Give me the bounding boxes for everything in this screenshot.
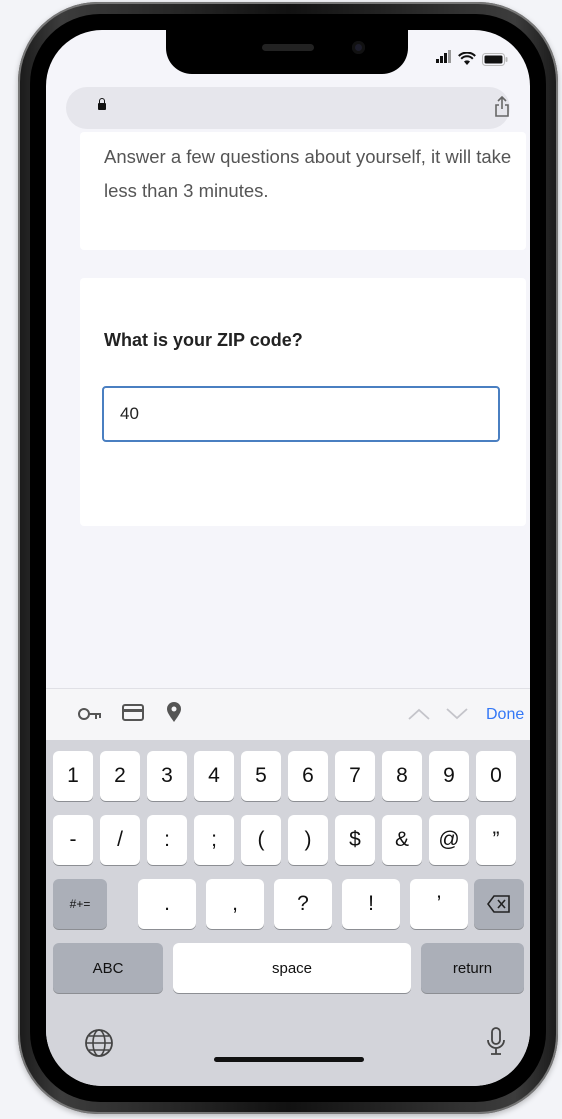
key-more-symbols[interactable]: #+= [53,879,107,929]
question-label: What is your ZIP code? [104,330,303,350]
phone-screen: Answer a few questions about yourself, i… [46,30,530,1086]
key-icon[interactable] [78,707,102,721]
home-indicator [214,1057,364,1062]
delete-icon [487,895,510,913]
key-slash[interactable]: / [100,815,140,865]
chevron-up-icon[interactable] [408,708,430,720]
lock-icon [98,98,106,110]
notch [166,30,408,74]
key-0[interactable]: 0 [476,751,516,801]
microphone-icon[interactable] [486,1026,506,1058]
card-icon[interactable] [122,704,144,721]
key-7[interactable]: 7 [335,751,375,801]
share-icon[interactable] [494,96,510,118]
key-dollar[interactable]: $ [335,815,375,865]
globe-icon[interactable] [84,1028,114,1058]
chevron-down-icon[interactable] [446,708,468,720]
intro-text: Answer a few questions about yourself, i… [104,146,512,201]
key-8[interactable]: 8 [382,751,422,801]
speaker [262,44,314,51]
location-icon[interactable] [166,702,182,723]
delete-key[interactable] [474,879,524,929]
key-hyphen[interactable]: - [53,815,93,865]
key-4[interactable]: 4 [194,751,234,801]
signal-icon [436,50,452,68]
key-1[interactable]: 1 [53,751,93,801]
url-bar[interactable] [66,87,510,129]
key-9[interactable]: 9 [429,751,469,801]
space-key[interactable]: space [173,943,411,993]
key-exclamation[interactable]: ! [342,879,400,929]
key-2[interactable]: 2 [100,751,140,801]
key-ampersand[interactable]: & [382,815,422,865]
key-at[interactable]: @ [429,815,469,865]
key-close-paren[interactable]: ) [288,815,328,865]
front-camera [352,41,365,54]
wifi-icon [458,52,476,65]
keyboard: 1 2 3 4 5 6 7 8 9 0 - / : ; ( ) $ & @ ” … [46,740,530,1086]
key-5[interactable]: 5 [241,751,281,801]
return-key[interactable]: return [421,943,524,993]
key-open-paren[interactable]: ( [241,815,281,865]
key-semicolon[interactable]: ; [194,815,234,865]
key-apostrophe[interactable]: ’ [410,879,468,929]
key-comma[interactable]: , [206,879,264,929]
battery-icon [482,52,508,66]
key-question[interactable]: ? [274,879,332,929]
status-bar-icons [436,50,508,68]
key-6[interactable]: 6 [288,751,328,801]
done-button[interactable]: Done [486,706,524,724]
key-3[interactable]: 3 [147,751,187,801]
key-colon[interactable]: : [147,815,187,865]
key-period[interactable]: . [138,879,196,929]
abc-key[interactable]: ABC [53,943,163,993]
key-quote[interactable]: ” [476,815,516,865]
zip-code-input[interactable] [102,386,500,442]
